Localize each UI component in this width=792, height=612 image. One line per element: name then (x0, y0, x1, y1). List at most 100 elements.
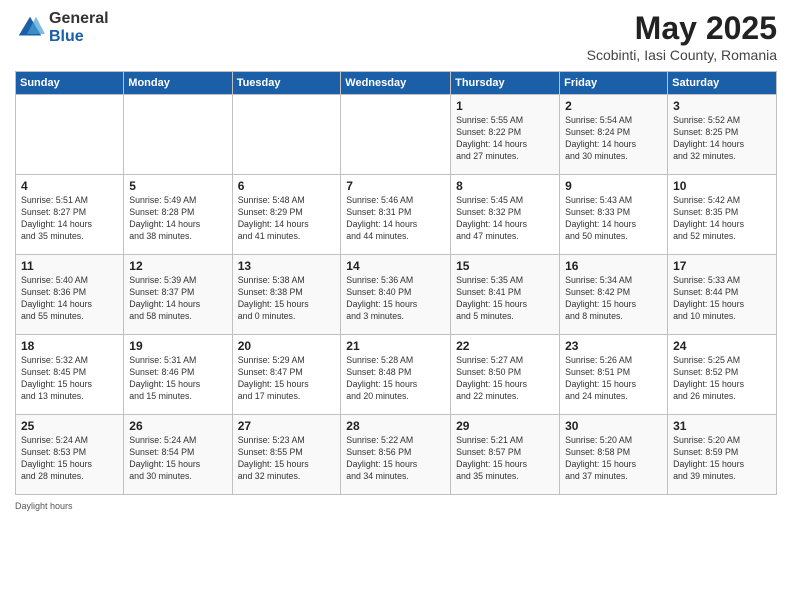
calendar-cell: 18 Sunrise: 5:32 AM Sunset: 8:45 PM Dayli… (16, 335, 124, 415)
weekday-header: Friday (560, 72, 668, 95)
day-number: 7 (346, 179, 445, 193)
calendar-table: SundayMondayTuesdayWednesdayThursdayFrid… (15, 71, 777, 495)
calendar-week-row: 4 Sunrise: 5:51 AM Sunset: 8:27 PM Daylig… (16, 175, 777, 255)
calendar-cell: 10Sunrise: 5:42 AM Sunset: 8:35 PM Dayli… (668, 175, 777, 255)
calendar-cell: 30 Sunrise: 5:20 AM Sunset: 8:58 PM Dayli… (560, 415, 668, 495)
header-row: SundayMondayTuesdayWednesdayThursdayFrid… (16, 72, 777, 95)
day-info: Sunrise: 5:21 AM Sunset: 8:57 PM Dayligh… (456, 435, 554, 483)
calendar-cell: 9 Sunrise: 5:43 AM Sunset: 8:33 PM Daylig… (560, 175, 668, 255)
calendar-week-row: 1 Sunrise: 5:55 AM Sunset: 8:22 PM Daylig… (16, 95, 777, 175)
day-info: Sunrise: 5:20 AM Sunset: 8:59 PM Dayligh… (673, 435, 771, 483)
day-info: Sunrise: 5:35 AM Sunset: 8:41 PM Dayligh… (456, 275, 554, 323)
calendar-cell: 23 Sunrise: 5:26 AM Sunset: 8:51 PM Dayli… (560, 335, 668, 415)
calendar-cell: 25 Sunrise: 5:24 AM Sunset: 8:53 PM Dayli… (16, 415, 124, 495)
day-number: 21 (346, 339, 445, 353)
day-number: 20 (238, 339, 336, 353)
day-info: Sunrise: 5:45 AM Sunset: 8:32 PM Dayligh… (456, 195, 554, 243)
calendar-cell: 7 Sunrise: 5:46 AM Sunset: 8:31 PM Daylig… (341, 175, 451, 255)
day-info: Sunrise: 5:46 AM Sunset: 8:31 PM Dayligh… (346, 195, 445, 243)
weekday-header: Wednesday (341, 72, 451, 95)
weekday-header: Sunday (16, 72, 124, 95)
calendar-cell: 3 Sunrise: 5:52 AM Sunset: 8:25 PM Daylig… (668, 95, 777, 175)
calendar-cell: 21 Sunrise: 5:28 AM Sunset: 8:48 PM Dayli… (341, 335, 451, 415)
weekday-header: Monday (124, 72, 232, 95)
day-info: Sunrise: 5:38 AM Sunset: 8:38 PM Dayligh… (238, 275, 336, 323)
calendar-cell: 29 Sunrise: 5:21 AM Sunset: 8:57 PM Dayli… (451, 415, 560, 495)
day-number: 5 (129, 179, 226, 193)
day-info: Sunrise: 5:29 AM Sunset: 8:47 PM Dayligh… (238, 355, 336, 403)
day-info: Sunrise: 5:20 AM Sunset: 8:58 PM Dayligh… (565, 435, 662, 483)
calendar-week-row: 11 Sunrise: 5:40 AM Sunset: 8:36 PM Dayli… (16, 255, 777, 335)
day-info: Sunrise: 5:51 AM Sunset: 8:27 PM Dayligh… (21, 195, 118, 243)
day-info: Sunrise: 5:49 AM Sunset: 8:28 PM Dayligh… (129, 195, 226, 243)
header: General Blue May 2025 Scobinti, Iasi Cou… (15, 10, 777, 63)
weekday-header: Thursday (451, 72, 560, 95)
calendar-cell: 28 Sunrise: 5:22 AM Sunset: 8:56 PM Dayli… (341, 415, 451, 495)
page: General Blue May 2025 Scobinti, Iasi Cou… (0, 0, 792, 612)
day-info: Sunrise: 5:23 AM Sunset: 8:55 PM Dayligh… (238, 435, 336, 483)
calendar-week-row: 18 Sunrise: 5:32 AM Sunset: 8:45 PM Dayli… (16, 335, 777, 415)
day-info: Sunrise: 5:40 AM Sunset: 8:36 PM Dayligh… (21, 275, 118, 323)
day-info: Sunrise: 5:39 AM Sunset: 8:37 PM Dayligh… (129, 275, 226, 323)
calendar-cell: 31 Sunrise: 5:20 AM Sunset: 8:59 PM Dayli… (668, 415, 777, 495)
day-number: 8 (456, 179, 554, 193)
day-number: 14 (346, 259, 445, 273)
day-number: 3 (673, 99, 771, 113)
day-info: Sunrise: 5:34 AM Sunset: 8:42 PM Dayligh… (565, 275, 662, 323)
calendar-cell: 14 Sunrise: 5:36 AM Sunset: 8:40 PM Dayli… (341, 255, 451, 335)
day-number: 26 (129, 419, 226, 433)
day-number: 4 (21, 179, 118, 193)
day-info: Sunrise: 5:24 AM Sunset: 8:53 PM Dayligh… (21, 435, 118, 483)
day-info: Sunrise: 5:28 AM Sunset: 8:48 PM Dayligh… (346, 355, 445, 403)
day-info: Sunrise: 5:43 AM Sunset: 8:33 PM Dayligh… (565, 195, 662, 243)
day-number: 13 (238, 259, 336, 273)
footer: Daylight hours (15, 501, 777, 511)
day-number: 18 (21, 339, 118, 353)
day-info: Sunrise: 5:26 AM Sunset: 8:51 PM Dayligh… (565, 355, 662, 403)
day-number: 1 (456, 99, 554, 113)
day-number: 28 (346, 419, 445, 433)
calendar-cell: 13 Sunrise: 5:38 AM Sunset: 8:38 PM Dayli… (232, 255, 341, 335)
calendar-cell (341, 95, 451, 175)
day-number: 2 (565, 99, 662, 113)
calendar-cell: 6Sunrise: 5:48 AM Sunset: 8:29 PM Daylig… (232, 175, 341, 255)
calendar-cell: 8 Sunrise: 5:45 AM Sunset: 8:32 PM Daylig… (451, 175, 560, 255)
calendar-cell: 15Sunrise: 5:35 AM Sunset: 8:41 PM Dayli… (451, 255, 560, 335)
day-info: Sunrise: 5:52 AM Sunset: 8:25 PM Dayligh… (673, 115, 771, 163)
day-info: Sunrise: 5:32 AM Sunset: 8:45 PM Dayligh… (21, 355, 118, 403)
title-block: May 2025 Scobinti, Iasi County, Romania (587, 10, 777, 63)
logo-text: General Blue (49, 10, 109, 45)
calendar-cell: 19 Sunrise: 5:31 AM Sunset: 8:46 PM Dayli… (124, 335, 232, 415)
calendar-cell: 22Sunrise: 5:27 AM Sunset: 8:50 PM Dayli… (451, 335, 560, 415)
calendar-cell: 11 Sunrise: 5:40 AM Sunset: 8:36 PM Dayli… (16, 255, 124, 335)
day-info: Sunrise: 5:55 AM Sunset: 8:22 PM Dayligh… (456, 115, 554, 163)
day-number: 29 (456, 419, 554, 433)
calendar-cell: 2Sunrise: 5:54 AM Sunset: 8:24 PM Daylig… (560, 95, 668, 175)
calendar-cell (232, 95, 341, 175)
day-number: 27 (238, 419, 336, 433)
calendar-cell: 12Sunrise: 5:39 AM Sunset: 8:37 PM Dayli… (124, 255, 232, 335)
calendar-cell (16, 95, 124, 175)
day-number: 19 (129, 339, 226, 353)
day-number: 9 (565, 179, 662, 193)
calendar-week-row: 25 Sunrise: 5:24 AM Sunset: 8:53 PM Dayli… (16, 415, 777, 495)
day-number: 17 (673, 259, 771, 273)
day-number: 30 (565, 419, 662, 433)
logo-general-text: General (49, 10, 109, 28)
calendar-title: May 2025 (587, 10, 777, 47)
day-number: 31 (673, 419, 771, 433)
day-info: Sunrise: 5:31 AM Sunset: 8:46 PM Dayligh… (129, 355, 226, 403)
day-number: 22 (456, 339, 554, 353)
day-number: 23 (565, 339, 662, 353)
calendar-cell (124, 95, 232, 175)
calendar-subtitle: Scobinti, Iasi County, Romania (587, 47, 777, 63)
day-number: 25 (21, 419, 118, 433)
calendar-cell: 17Sunrise: 5:33 AM Sunset: 8:44 PM Dayli… (668, 255, 777, 335)
day-number: 11 (21, 259, 118, 273)
day-number: 24 (673, 339, 771, 353)
calendar-cell: 5 Sunrise: 5:49 AM Sunset: 8:28 PM Daylig… (124, 175, 232, 255)
day-info: Sunrise: 5:36 AM Sunset: 8:40 PM Dayligh… (346, 275, 445, 323)
day-info: Sunrise: 5:42 AM Sunset: 8:35 PM Dayligh… (673, 195, 771, 243)
day-info: Sunrise: 5:22 AM Sunset: 8:56 PM Dayligh… (346, 435, 445, 483)
calendar-cell: 4 Sunrise: 5:51 AM Sunset: 8:27 PM Daylig… (16, 175, 124, 255)
